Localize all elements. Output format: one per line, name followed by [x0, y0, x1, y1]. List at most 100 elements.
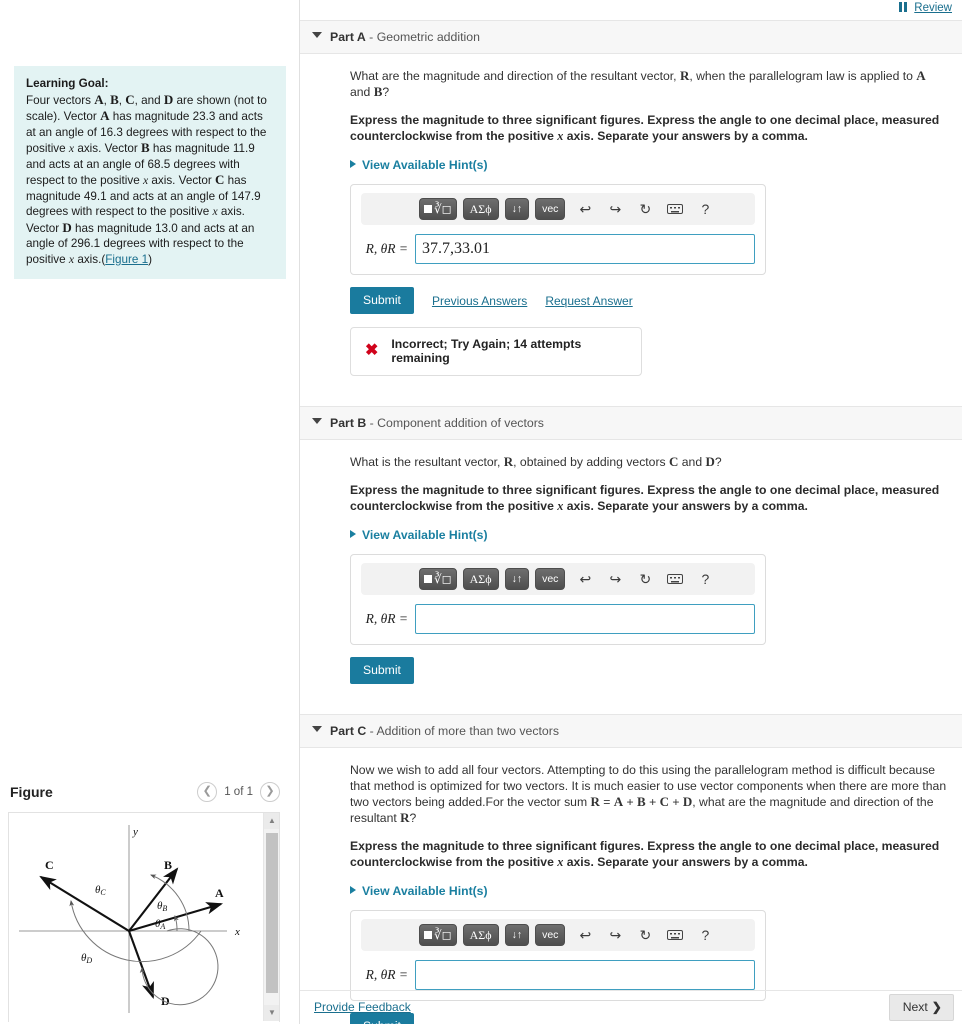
scrollbar-thumb[interactable]	[266, 833, 278, 993]
part-a-hints-toggle[interactable]: View Available Hint(s)	[350, 158, 948, 172]
svg-text:B: B	[164, 858, 172, 872]
vector-symbol-a: A	[94, 91, 104, 107]
part-a-button-row: Submit Previous Answers Request Answer	[350, 287, 948, 314]
vector-symbol-b: B	[110, 91, 119, 107]
part-b-button-row: Submit	[350, 657, 948, 684]
keyboard-icon[interactable]	[665, 569, 685, 589]
redo-icon[interactable]: ↪	[605, 925, 625, 945]
part-b-submit-button[interactable]: Submit	[350, 657, 414, 684]
part-header-b[interactable]: Part B - Component addition of vectors	[300, 406, 962, 440]
vector-symbol-d: D	[163, 91, 174, 107]
part-c-answer-input[interactable]	[415, 960, 755, 990]
chevron-right-icon[interactable]: ❯	[260, 782, 280, 802]
vector-button[interactable]: vec	[535, 568, 566, 590]
part-header-c[interactable]: Part C - Addition of more than two vecto…	[300, 714, 962, 748]
next-label: Next	[902, 1000, 928, 1014]
part-b-answer-box: ∛◻ ΑΣϕ ↓↑ vec ↩ ↪ ↻ ? R, θR =	[350, 554, 766, 645]
part-a-answer-box: ∛◻ ΑΣϕ ↓↑ vec ↩ ↪ ↻ ? R, θR =	[350, 184, 766, 275]
figure-scrollbar[interactable]: ▲ ▼	[263, 813, 279, 1021]
undo-icon[interactable]: ↩	[575, 925, 595, 945]
part-b-hints-toggle[interactable]: View Available Hint(s)	[350, 528, 948, 542]
part-c-question: Now we wish to add all four vectors. Att…	[350, 763, 947, 825]
template-math-button[interactable]: ∛◻	[419, 568, 457, 590]
part-a-answer-input[interactable]	[415, 234, 755, 264]
part-b-question: What is the resultant vector, R, obtaine…	[350, 454, 722, 469]
help-icon[interactable]: ?	[695, 569, 715, 589]
part-b-answer-row: R, θR =	[361, 604, 755, 634]
svg-text:C: C	[45, 858, 54, 872]
keyboard-icon[interactable]	[665, 925, 685, 945]
part-a-hints-label: View Available Hint(s)	[362, 158, 488, 172]
caret-down-icon[interactable]	[312, 418, 322, 424]
right-panel: Review Part A - Geometric addition What …	[300, 0, 962, 1024]
scroll-down-icon[interactable]: ▼	[264, 1005, 279, 1021]
angle-d: 296.1	[70, 237, 101, 250]
part-b-hints-label: View Available Hint(s)	[362, 528, 488, 542]
part-a-math-toolbar: ∛◻ ΑΣϕ ↓↑ vec ↩ ↪ ↻ ?	[361, 193, 755, 225]
part-b-subtitle: Component addition of vectors	[377, 416, 544, 430]
reset-icon[interactable]: ↻	[635, 199, 655, 219]
updown-arrows-button[interactable]: ↓↑	[504, 568, 530, 590]
undo-icon[interactable]: ↩	[575, 569, 595, 589]
greek-symbols-button[interactable]: ΑΣϕ	[462, 568, 499, 590]
redo-icon[interactable]: ↪	[605, 199, 625, 219]
part-a-answer-row: R, θR =	[361, 234, 755, 264]
reset-icon[interactable]: ↻	[635, 569, 655, 589]
part-a-dash: -	[365, 30, 377, 44]
reset-icon[interactable]: ↻	[635, 925, 655, 945]
undo-icon[interactable]: ↩	[575, 199, 595, 219]
part-a-previous-answers-link[interactable]: Previous Answers	[432, 294, 527, 308]
part-c-answer-box: ∛◻ ΑΣϕ ↓↑ vec ↩ ↪ ↻ ? R, θR =	[350, 910, 766, 1001]
part-a-question: What are the magnitude and direction of …	[350, 68, 926, 99]
part-b-body: What is the resultant vector, R, obtaine…	[300, 440, 962, 684]
greek-symbols-button[interactable]: ΑΣϕ	[462, 924, 499, 946]
part-c-hints-label: View Available Hint(s)	[362, 884, 488, 898]
part-a-request-answer-link[interactable]: Request Answer	[545, 294, 632, 308]
book-icon	[899, 2, 910, 12]
part-c-hints-toggle[interactable]: View Available Hint(s)	[350, 884, 948, 898]
part-c-label: Part C	[330, 724, 367, 738]
part-b-label: Part B	[330, 416, 367, 430]
svg-text:x: x	[234, 926, 240, 938]
vector-button[interactable]: vec	[535, 198, 566, 220]
magnitude-a: 23.3	[192, 110, 216, 123]
caret-right-icon	[350, 160, 356, 168]
keyboard-icon[interactable]	[665, 199, 685, 219]
vector-symbol-c: C	[125, 91, 135, 107]
caret-right-icon	[350, 530, 356, 538]
chevron-right-icon: ❯	[931, 1000, 942, 1014]
learning-goal-box: Learning Goal: Four vectors A, B, C, and …	[14, 66, 286, 279]
angle-a: 16.3	[100, 125, 123, 139]
caret-right-icon	[350, 886, 356, 894]
left-panel: Learning Goal: Four vectors A, B, C, and …	[0, 0, 300, 1024]
svg-text:θB: θB	[157, 900, 167, 913]
figure-panel: Figure ❮ 1 of 1 ❯ y x A B C D θA θB θC θ…	[0, 780, 288, 1024]
help-icon[interactable]: ?	[695, 925, 715, 945]
vector-button[interactable]: vec	[535, 924, 566, 946]
bottom-bar: Provide Feedback Next ❯	[300, 990, 962, 1024]
updown-arrows-button[interactable]: ↓↑	[504, 924, 530, 946]
part-header-a[interactable]: Part A - Geometric addition	[300, 20, 962, 54]
greek-symbols-button[interactable]: ΑΣϕ	[462, 198, 499, 220]
next-button[interactable]: Next ❯	[888, 994, 954, 1021]
figure-1-link[interactable]: Figure 1	[105, 253, 148, 266]
part-c-dash: -	[366, 724, 377, 738]
caret-down-icon[interactable]	[312, 32, 322, 38]
part-a-submit-button[interactable]: Submit	[350, 287, 414, 314]
review-link[interactable]: Review	[899, 2, 952, 14]
part-b-answer-input[interactable]	[415, 604, 755, 634]
template-math-button[interactable]: ∛◻	[419, 924, 457, 946]
part-a-label: Part A	[330, 30, 366, 44]
caret-down-icon[interactable]	[312, 726, 322, 732]
redo-icon[interactable]: ↪	[605, 569, 625, 589]
part-b-dash: -	[366, 416, 378, 430]
chevron-left-icon[interactable]: ❮	[197, 782, 218, 802]
part-a-feedback-text: Incorrect; Try Again; 14 attempts remain…	[391, 337, 582, 365]
template-math-button[interactable]: ∛◻	[419, 198, 457, 220]
help-icon[interactable]: ?	[695, 199, 715, 219]
part-c-subtitle: Addition of more than two vectors	[376, 724, 559, 738]
provide-feedback-link[interactable]: Provide Feedback	[314, 1000, 411, 1014]
scroll-up-icon[interactable]: ▲	[264, 813, 279, 829]
review-label: Review	[914, 2, 952, 14]
updown-arrows-button[interactable]: ↓↑	[504, 198, 530, 220]
